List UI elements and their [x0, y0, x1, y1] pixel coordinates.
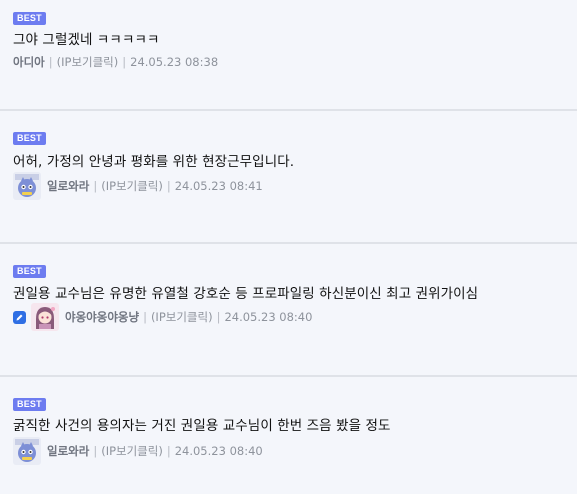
author-nickname[interactable]: 야옹야옹야옹냥 — [65, 309, 139, 325]
meta-separator: | — [143, 310, 147, 324]
meta-separator: | — [93, 179, 98, 193]
meta-separator: | — [122, 55, 127, 69]
author-nickname[interactable]: 일로와라 — [47, 443, 89, 459]
ip-view-link[interactable]: (IP보기클릭) — [57, 54, 119, 70]
comment-item: BEST 어허, 가정의 안녕과 평화를 위한 현장근무입니다. 일로와라 | … — [0, 111, 577, 244]
comment-timestamp: 24.05.23 08:40 — [174, 444, 263, 458]
meta-separator: | — [93, 444, 98, 458]
comment-timestamp: 24.05.23 08:40 — [224, 310, 313, 324]
best-badge: BEST — [13, 12, 46, 25]
best-badge: BEST — [13, 265, 46, 278]
comment-text: 어허, 가정의 안녕과 평화를 위한 현장근무입니다. — [13, 154, 295, 170]
comment-timestamp: 24.05.23 08:38 — [130, 55, 219, 69]
best-badge: BEST — [13, 398, 46, 411]
author-nickname[interactable]: 일로와라 — [47, 178, 89, 194]
comment-item: BEST 권일용 교수님은 유명한 유열철 강호순 등 프로파일링 하신분이신 … — [0, 244, 577, 377]
comment-text: 권일용 교수님은 유명한 유열철 강호순 등 프로파일링 하신분이신 최고 권위… — [13, 286, 479, 302]
comment-item: BEST 그야 그럴겠네 ㅋㅋㅋㅋㅋ 아디아 | (IP보기클릭) | 24.0… — [0, 0, 577, 111]
comment-timestamp: 24.05.23 08:41 — [174, 179, 263, 193]
cat-avatar[interactable] — [13, 437, 41, 465]
meta-separator: | — [216, 310, 221, 324]
comment-item: BEST 굵직한 사건의 용의자는 거진 권일용 교수님이 한번 즈음 봤을 정… — [0, 377, 577, 494]
comment-text: 그야 그럴겠네 ㅋㅋㅋㅋㅋ — [13, 32, 160, 48]
anime-girl-avatar[interactable] — [31, 303, 59, 331]
meta-separator: | — [166, 179, 171, 193]
comment-meta: 일로와라 | (IP보기클릭) | 24.05.23 08:40 — [13, 437, 263, 465]
meta-separator: | — [166, 444, 171, 458]
best-badge: BEST — [13, 132, 46, 145]
pencil-icon — [13, 310, 26, 324]
comment-meta: 아디아 | (IP보기클릭) | 24.05.23 08:38 — [13, 54, 218, 70]
ip-view-link[interactable]: (IP보기클릭) — [151, 309, 213, 325]
ip-view-link[interactable]: (IP보기클릭) — [101, 443, 163, 459]
cat-avatar[interactable] — [13, 172, 41, 200]
author-nickname[interactable]: 아디아 — [13, 54, 45, 70]
meta-separator: | — [48, 55, 53, 69]
comment-meta: 일로와라 | (IP보기클릭) | 24.05.23 08:41 — [13, 172, 263, 200]
ip-view-link[interactable]: (IP보기클릭) — [101, 178, 163, 194]
comment-meta: 야옹야옹야옹냥 | (IP보기클릭) | 24.05.23 08:40 — [13, 303, 312, 331]
comment-text: 굵직한 사건의 용의자는 거진 권일용 교수님이 한번 즈음 봤을 정도 — [13, 418, 391, 434]
